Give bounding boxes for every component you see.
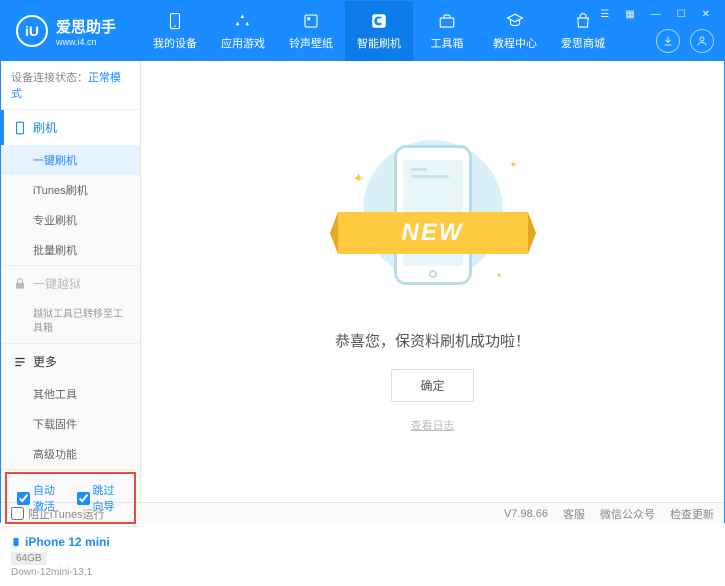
status-label: 设备连接状态：	[11, 72, 88, 84]
sidebar-item-batch-flash[interactable]: 批量刷机	[1, 235, 140, 265]
phone-icon	[13, 121, 27, 135]
flash-icon	[369, 11, 389, 31]
device-icon	[11, 535, 21, 549]
checkbox-label: 阻止iTunes运行	[28, 506, 105, 522]
nav-my-device[interactable]: 我的设备	[141, 1, 209, 61]
connection-status: 设备连接状态：正常模式	[1, 61, 140, 110]
device-name-row: iPhone 12 mini	[11, 535, 130, 549]
menu-icon[interactable]: ☰	[596, 9, 613, 20]
version-label: V7.98.66	[504, 508, 548, 520]
view-log-link[interactable]: 查看日志	[411, 417, 455, 433]
device-capacity: 64GB	[11, 552, 47, 565]
minimize-icon[interactable]: —	[647, 9, 665, 20]
nav-ringtone-wallpaper[interactable]: 铃声壁纸	[277, 1, 345, 61]
main-content: ✦✦✦ NEW 恭喜您，保资料刷机成功啦！ 确定 查看日志	[141, 61, 724, 502]
device-name: iPhone 12 mini	[25, 535, 110, 549]
maximize-icon[interactable]: ☐	[673, 9, 690, 20]
device-info[interactable]: iPhone 12 mini 64GB Down-12mini-13,1	[1, 526, 140, 586]
sidebar-item-advanced[interactable]: 高级功能	[1, 439, 140, 469]
sidebar-item-oneclick-flash[interactable]: 一键刷机	[1, 145, 140, 175]
logo-area: iU 爱思助手 www.i4.cn	[1, 15, 141, 47]
check-update-link[interactable]: 检查更新	[670, 506, 714, 522]
user-button[interactable]	[690, 29, 714, 53]
close-icon[interactable]: ✕	[698, 9, 714, 20]
sidebar-head-label: 一键越狱	[33, 275, 81, 292]
nav-label: 教程中心	[493, 35, 537, 51]
nav-smart-flash[interactable]: 智能刷机	[345, 1, 413, 61]
success-illustration: ✦✦✦ NEW	[348, 130, 518, 300]
nav-apps-games[interactable]: 应用游戏	[209, 1, 277, 61]
nav-label: 我的设备	[153, 35, 197, 51]
download-button[interactable]	[656, 29, 680, 53]
jailbreak-note: 越狱工具已转移至工具箱	[1, 301, 140, 343]
tutorial-icon	[505, 11, 525, 31]
wechat-link[interactable]: 微信公众号	[600, 506, 655, 522]
main-nav: 我的设备 应用游戏 铃声壁纸 智能刷机 工具箱 教程中心 爱思商城	[141, 1, 617, 61]
confirm-button[interactable]: 确定	[391, 369, 473, 402]
lock-icon	[13, 277, 27, 291]
device-subtitle: Down-12mini-13,1	[11, 567, 130, 578]
block-itunes-checkbox[interactable]: 阻止iTunes运行	[11, 506, 105, 522]
sidebar-jailbreak-head: 一键越狱	[1, 266, 140, 301]
nav-label: 应用游戏	[221, 35, 265, 51]
header-actions	[656, 29, 714, 53]
sidebar-item-other-tools[interactable]: 其他工具	[1, 379, 140, 409]
nav-label: 智能刷机	[357, 35, 401, 51]
toolbox-icon	[437, 11, 457, 31]
nav-tutorials[interactable]: 教程中心	[481, 1, 549, 61]
app-header: iU 爱思助手 www.i4.cn 我的设备 应用游戏 铃声壁纸 智能刷机 工具…	[1, 1, 724, 61]
nav-label: 工具箱	[431, 35, 464, 51]
wallpaper-icon	[301, 11, 321, 31]
support-link[interactable]: 客服	[563, 506, 585, 522]
sidebar-head-label: 更多	[33, 353, 57, 370]
skin-icon[interactable]: ▦	[621, 9, 638, 20]
nav-label: 铃声壁纸	[289, 35, 333, 51]
sidebar-item-download-firmware[interactable]: 下载固件	[1, 409, 140, 439]
new-badge: NEW	[338, 212, 528, 254]
window-controls: ☰ ▦ — ☐ ✕	[596, 9, 714, 20]
app-url: www.i4.cn	[56, 37, 116, 47]
nav-label: 爱思商城	[561, 35, 605, 51]
store-icon	[573, 11, 593, 31]
sidebar-more-head[interactable]: 更多	[1, 344, 140, 379]
apps-icon	[233, 11, 253, 31]
sidebar-item-pro-flash[interactable]: 专业刷机	[1, 205, 140, 235]
phone-icon	[165, 11, 185, 31]
success-message: 恭喜您，保资料刷机成功啦！	[335, 330, 530, 351]
logo-icon: iU	[16, 15, 48, 47]
nav-toolbox[interactable]: 工具箱	[413, 1, 481, 61]
sidebar-item-itunes-flash[interactable]: iTunes刷机	[1, 175, 140, 205]
sidebar: 设备连接状态：正常模式 刷机 一键刷机 iTunes刷机 专业刷机 批量刷机 一…	[1, 61, 141, 502]
list-icon	[13, 355, 27, 369]
app-title: 爱思助手	[56, 16, 116, 37]
sidebar-head-label: 刷机	[33, 119, 57, 136]
sidebar-flash-head[interactable]: 刷机	[1, 110, 140, 145]
